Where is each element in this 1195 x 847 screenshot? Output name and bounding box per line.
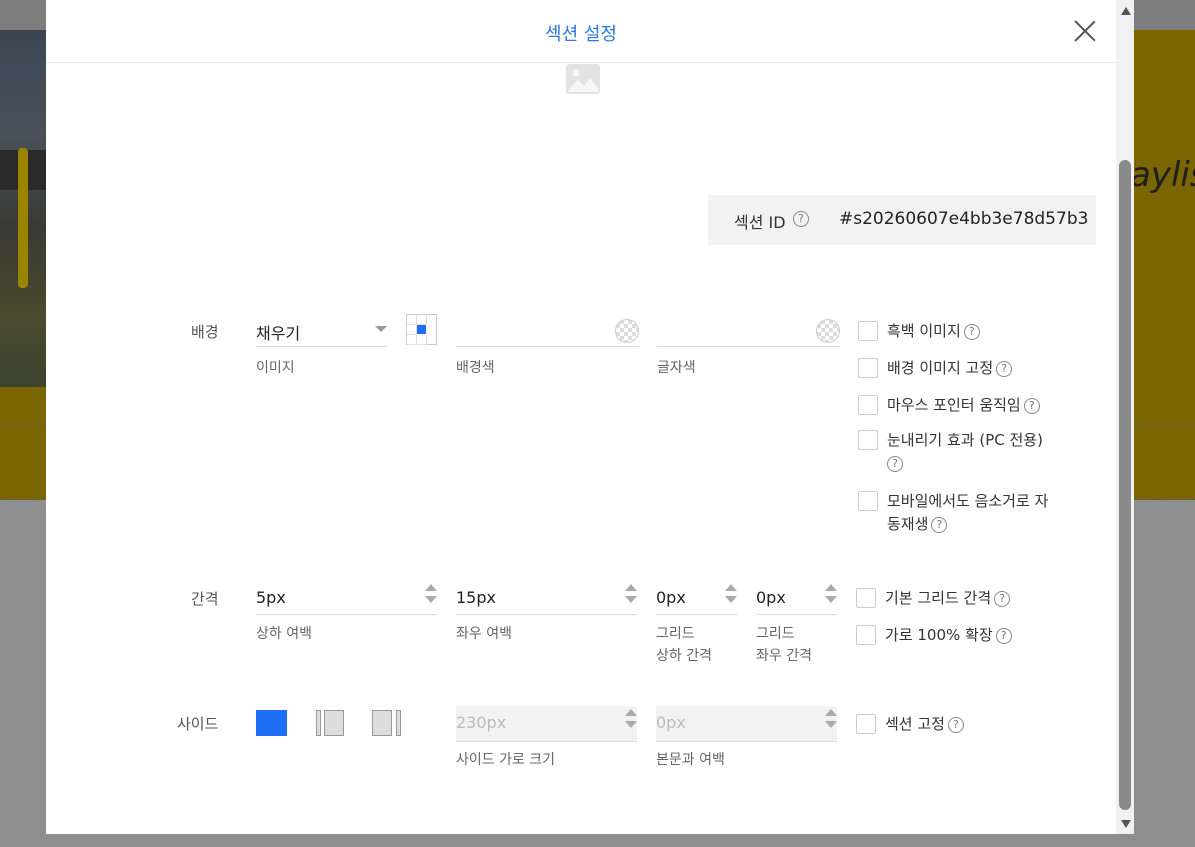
help-icon[interactable]: ? (793, 211, 809, 227)
grid-position-icon[interactable] (406, 314, 437, 345)
background-heading-fragment: aylis (1130, 155, 1195, 195)
section-fixed-checkbox[interactable]: 섹션 고정? (856, 713, 964, 736)
color-picker-icon[interactable] (816, 319, 840, 343)
checkbox-box[interactable] (856, 588, 876, 608)
scroll-up-icon[interactable] (1121, 7, 1131, 15)
fill-mode-value: 채우기 (256, 324, 301, 343)
vertical-padding-input[interactable]: 5px (256, 581, 437, 615)
stepper-icon[interactable] (625, 584, 637, 608)
checkbox-box[interactable] (858, 321, 878, 341)
background-color-field[interactable] (456, 313, 639, 347)
checkbox-label: 섹션 고정 (885, 715, 945, 733)
image-label: 이미지 (256, 360, 295, 376)
checkbox-label: 가로 100% 확장 (885, 626, 993, 644)
mobile-autoplay-checkbox[interactable]: 모바일에서도 음소거로 자동재생? (858, 490, 1048, 536)
dropdown-arrow-icon (375, 326, 387, 332)
side-width-input[interactable]: 230px (456, 706, 637, 742)
help-icon[interactable]: ? (963, 323, 980, 340)
checkbox-label: 모바일에서도 음소거로 자 (887, 492, 1049, 510)
section-id-box: 섹션 ID ? #s20260607e4bb3e78d57b3 (708, 195, 1096, 245)
scrollbar-thumb[interactable] (1119, 160, 1131, 810)
body-margin-value: 0px (656, 713, 686, 732)
horizontal-padding-label: 좌우 여백 (456, 626, 512, 642)
help-icon[interactable]: ? (931, 516, 948, 533)
body-margin-label: 본문과 여백 (656, 752, 725, 768)
scrollbar[interactable] (1116, 0, 1134, 834)
fill-mode-select[interactable]: 채우기 (256, 313, 387, 347)
checkbox-label: 배경 이미지 고정 (887, 359, 994, 377)
checkbox-box[interactable] (858, 395, 878, 415)
full-width-checkbox[interactable]: 가로 100% 확장? (856, 624, 1012, 647)
image-placeholder-icon (564, 60, 602, 98)
mouse-pointer-move-checkbox[interactable]: 마우스 포인터 움직임? (858, 394, 1040, 417)
color-picker-icon[interactable] (615, 319, 639, 343)
help-icon[interactable]: ? (996, 360, 1013, 377)
side-width-label: 사이드 가로 크기 (456, 752, 556, 768)
side-width-value: 230px (456, 713, 507, 732)
modal-title: 섹션 설정 (545, 24, 617, 45)
checkbox-box[interactable] (858, 430, 878, 450)
stepper-icon[interactable] (725, 584, 737, 608)
grid-vertical-gap-label: 그리드 상하 간격 (656, 626, 712, 664)
side-left-button[interactable] (316, 710, 344, 736)
text-color-label: 글자색 (657, 360, 696, 376)
close-icon[interactable] (1074, 20, 1096, 42)
body-margin-input[interactable]: 0px (656, 706, 837, 742)
stepper-icon[interactable] (825, 709, 837, 733)
checkbox-box[interactable] (858, 358, 878, 378)
help-icon[interactable]: ? (995, 627, 1012, 644)
checkbox-box[interactable] (856, 625, 876, 645)
grid-vertical-gap-value: 0px (656, 588, 686, 607)
spacing-row-label: 간격 (191, 590, 219, 608)
checkbox-box[interactable] (858, 491, 878, 511)
section-id-label: 섹션 ID (734, 213, 786, 232)
checkbox-label: 마우스 포인터 움직임 (887, 396, 1021, 414)
help-icon[interactable]: ? (1023, 397, 1040, 414)
checkbox-label: 눈내리기 효과 (PC 전용) (887, 431, 1043, 449)
grid-horizontal-gap-label: 그리드 좌우 간격 (756, 626, 812, 664)
checkbox-label: 기본 그리드 간격 (885, 589, 992, 607)
default-grid-gap-checkbox[interactable]: 기본 그리드 간격? (856, 587, 1011, 610)
horizontal-padding-value: 15px (456, 588, 496, 607)
grid-horizontal-gap-input[interactable]: 0px (756, 581, 837, 615)
background-divider (0, 425, 46, 426)
vertical-padding-value: 5px (256, 588, 286, 607)
stepper-icon[interactable] (425, 584, 437, 608)
side-row-label: 사이드 (177, 715, 219, 733)
stepper-icon[interactable] (825, 584, 837, 608)
grid-vertical-gap-input[interactable]: 0px (656, 581, 737, 615)
scroll-down-icon[interactable] (1121, 820, 1131, 828)
vertical-padding-label: 상하 여백 (256, 626, 312, 642)
help-icon[interactable]: ? (994, 590, 1011, 607)
section-settings-modal: 섹션 설정 섹션 ID ? #s20260607e4bb3e78d57b3 배경… (46, 0, 1134, 834)
stepper-icon[interactable] (625, 709, 637, 733)
background-divider (1134, 425, 1195, 426)
background-row-label: 배경 (191, 323, 219, 341)
side-right-button[interactable] (372, 710, 401, 736)
text-color-field[interactable] (657, 313, 840, 347)
modal-header: 섹션 설정 (46, 0, 1116, 63)
help-icon[interactable]: ? (947, 716, 964, 733)
side-none-button[interactable] (256, 710, 287, 736)
background-photo (0, 30, 46, 387)
snow-effect-checkbox[interactable]: 눈내리기 효과 (PC 전용)? (858, 429, 1043, 475)
background-color-label: 배경색 (456, 360, 495, 376)
photo-highlight (18, 148, 28, 288)
checkbox-label: 흑백 이미지 (887, 322, 961, 340)
help-icon[interactable]: ? (887, 455, 903, 472)
grayscale-image-checkbox[interactable]: 흑백 이미지? (858, 320, 980, 343)
checkbox-box[interactable] (856, 714, 876, 734)
grid-horizontal-gap-value: 0px (756, 588, 786, 607)
checkbox-label: 동재생 (887, 515, 929, 533)
section-id-value[interactable]: #s20260607e4bb3e78d57b3 (839, 209, 1088, 229)
horizontal-padding-input[interactable]: 15px (456, 581, 637, 615)
fixed-background-checkbox[interactable]: 배경 이미지 고정? (858, 357, 1013, 380)
